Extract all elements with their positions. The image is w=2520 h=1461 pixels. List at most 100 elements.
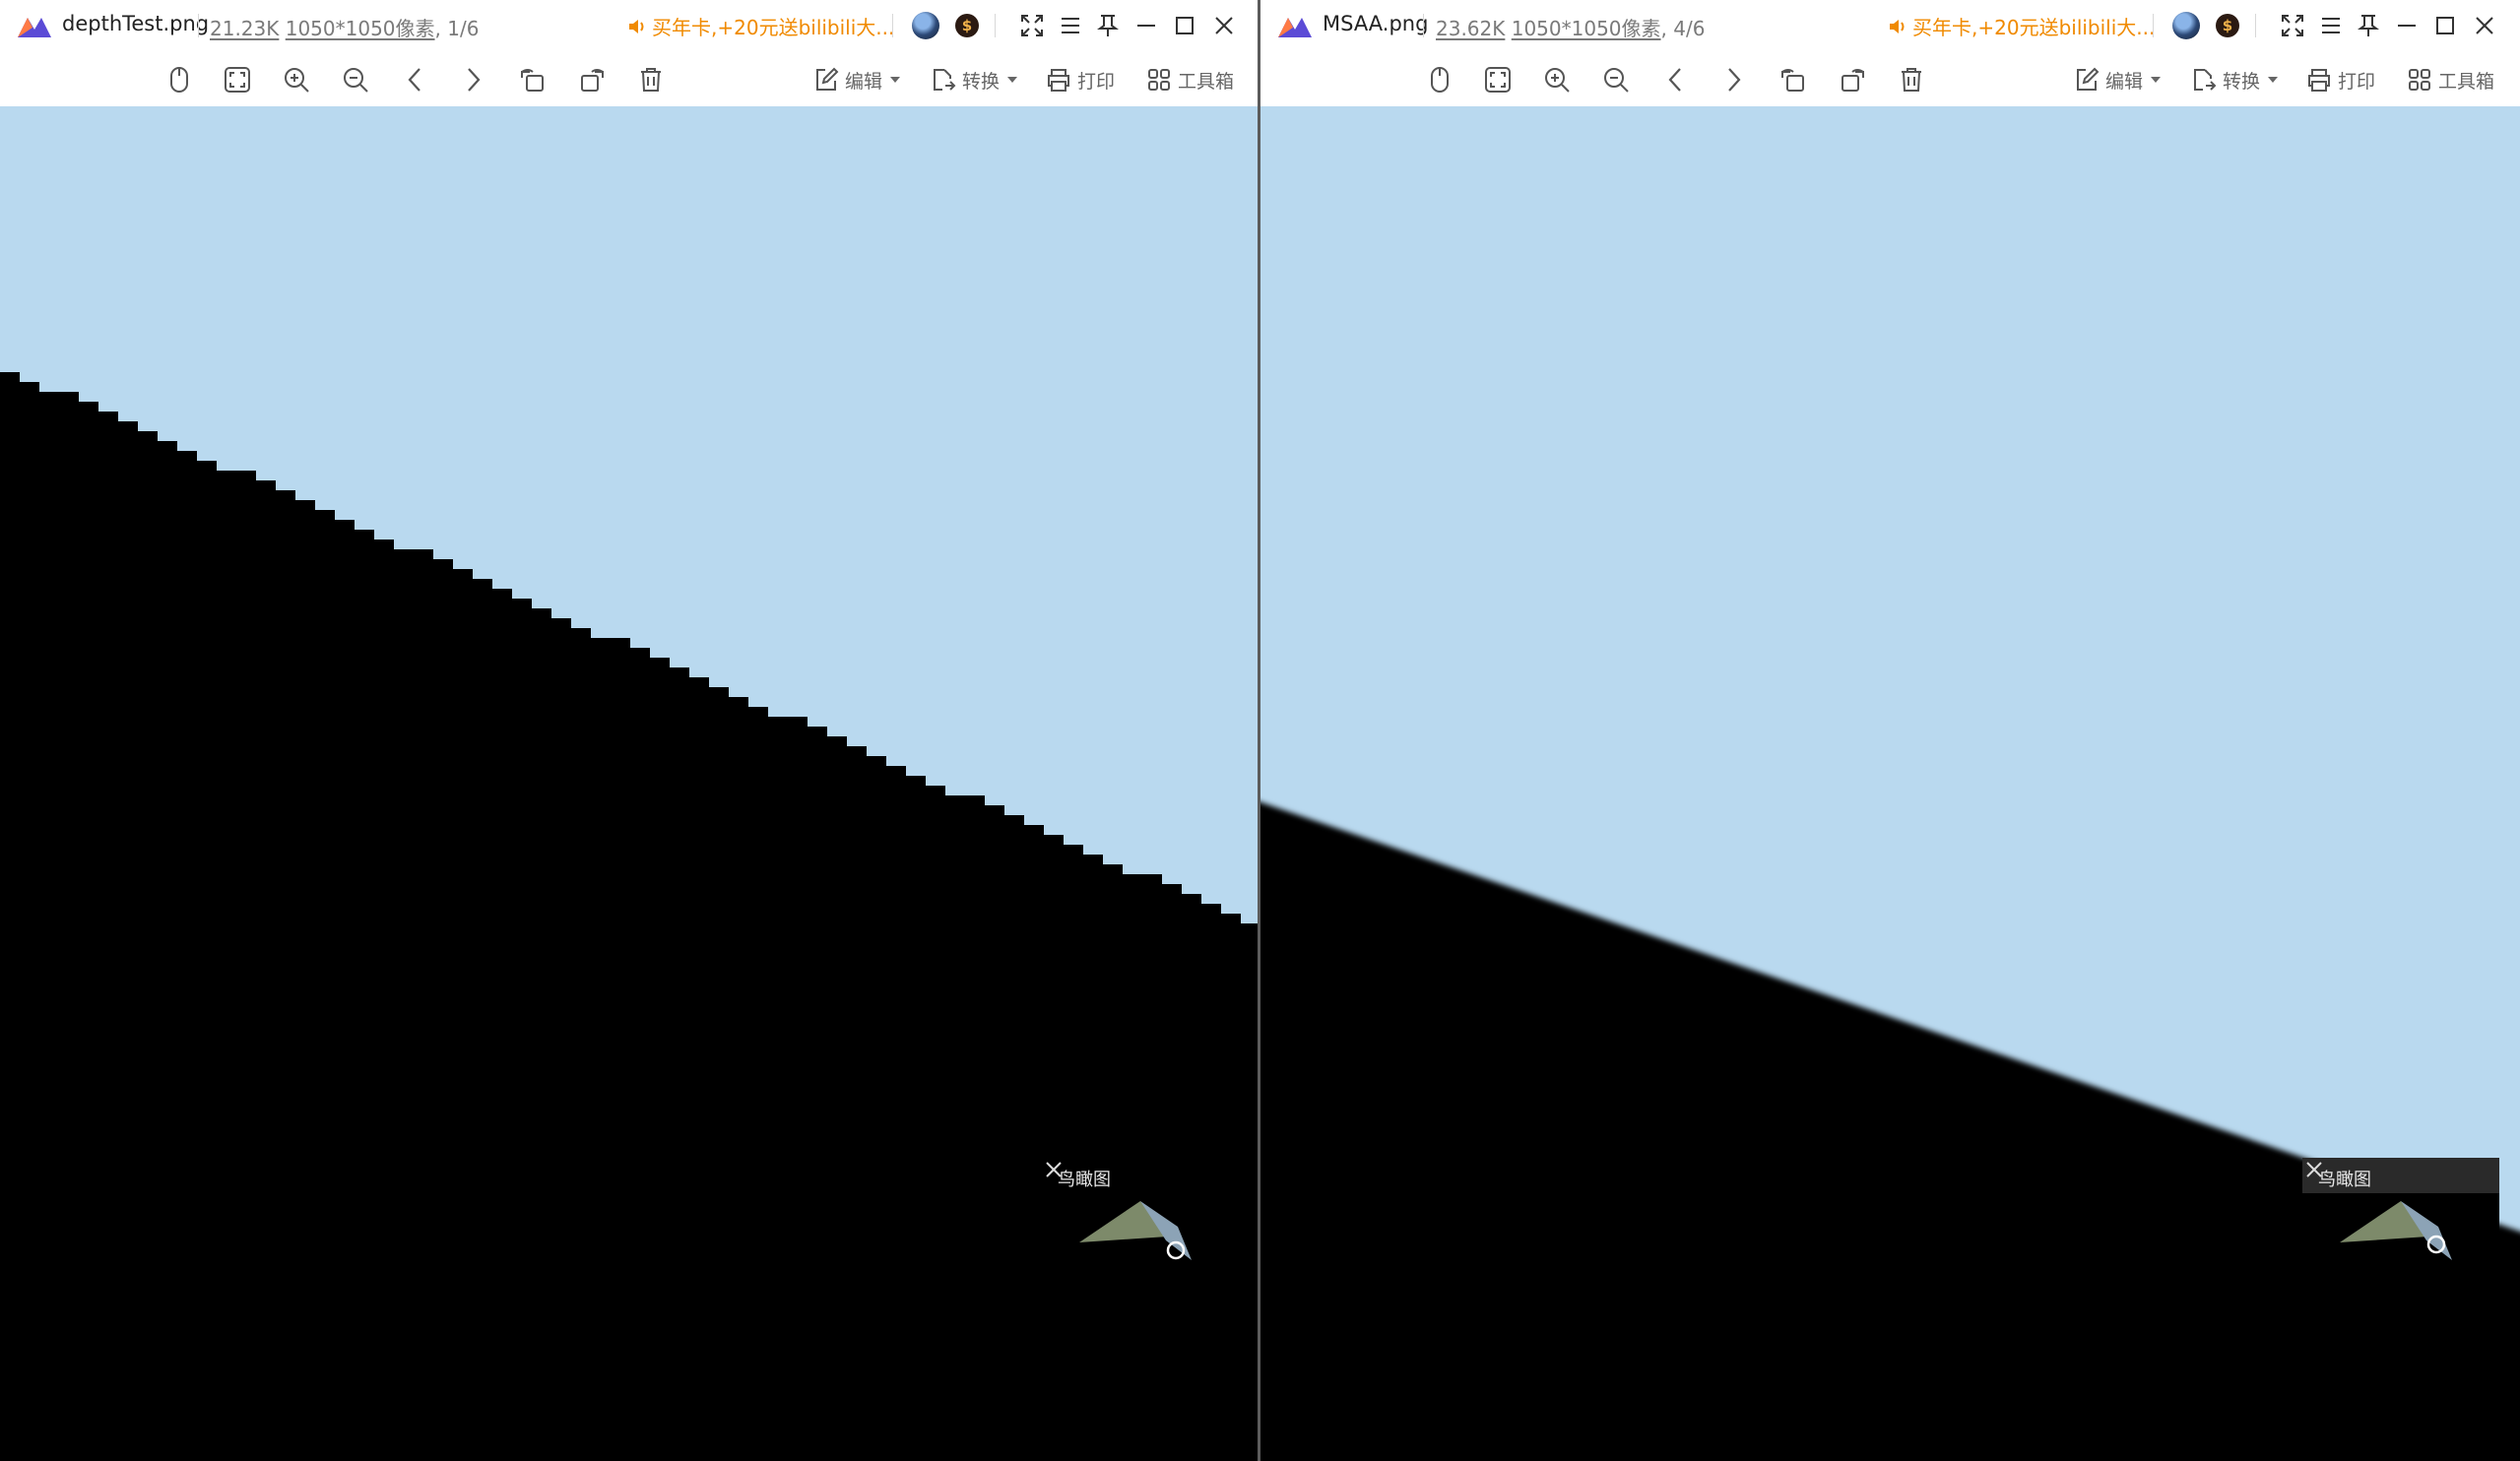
close-button[interactable]	[2470, 11, 2499, 40]
file-name: MSAA.png	[1323, 12, 1429, 35]
maximize-button[interactable]	[2430, 11, 2460, 40]
title-bar[interactable]: MSAA.png 23.62K 1050*1050像素, 4/6 买年卡,+20…	[1260, 0, 2520, 51]
rotate-right-button[interactable]	[1836, 63, 1869, 96]
file-name: depthTest.png	[62, 12, 210, 35]
rotate-left-button[interactable]	[516, 63, 549, 96]
convert-icon	[2194, 69, 2217, 91]
rotate-right-icon	[581, 69, 604, 92]
user-avatar[interactable]	[912, 12, 939, 39]
chevron-left-icon	[408, 68, 420, 92]
previous-button[interactable]	[1658, 63, 1692, 96]
bird-view-panel[interactable]: 鸟瞰图	[2302, 1158, 2499, 1386]
edit-label: 编辑	[2105, 70, 2144, 93]
image-canvas[interactable]: 鸟瞰图	[1260, 106, 2520, 1461]
convert-menu-button[interactable]: 转换	[931, 63, 1018, 96]
image-dimensions: 1050*1050像素	[1511, 17, 1661, 40]
user-avatar[interactable]	[2172, 12, 2200, 39]
zoom-in-icon	[1545, 68, 1570, 93]
zoom-in-icon	[285, 68, 309, 93]
toolbox-button[interactable]: 工具箱	[2407, 63, 2494, 96]
fit-screen-icon	[225, 67, 250, 93]
toolbox-button[interactable]: 工具箱	[1146, 63, 1234, 96]
previous-button[interactable]	[398, 63, 431, 96]
fullscreen-icon	[1021, 15, 1043, 36]
fullscreen-button[interactable]	[1017, 11, 1047, 40]
menu-button[interactable]	[1056, 11, 1085, 40]
promo-text: 买年卡,+20元送bilibili大...	[1912, 16, 2156, 39]
print-icon	[1048, 69, 1069, 92]
rotate-right-icon	[1842, 69, 1864, 92]
trash-icon	[1902, 68, 1921, 92]
rotate-right-button[interactable]	[575, 63, 609, 96]
speaker-icon	[1890, 19, 1905, 33]
speaker-icon	[629, 19, 644, 33]
next-button[interactable]	[457, 63, 490, 96]
print-button[interactable]: 打印	[1046, 63, 1115, 96]
edit-icon	[816, 67, 839, 91]
zoom-out-button[interactable]	[1599, 63, 1633, 96]
next-button[interactable]	[1717, 63, 1751, 96]
chevron-left-icon	[1668, 68, 1681, 92]
toolbar: 编辑 转换 打印 工具箱	[0, 51, 1258, 107]
convert-label: 转换	[2223, 70, 2261, 93]
delete-button[interactable]	[634, 63, 668, 96]
menu-icon	[1062, 18, 1079, 33]
print-label: 打印	[1077, 70, 1116, 93]
file-size: 21.23K	[210, 17, 280, 40]
mouse-icon	[1431, 67, 1449, 93]
zoom-out-button[interactable]	[339, 63, 372, 96]
edit-menu-button[interactable]: 编辑	[813, 63, 901, 96]
menu-icon	[2322, 18, 2340, 33]
toolbar: 编辑 转换 打印 工具箱	[1260, 51, 2520, 107]
pin-button[interactable]	[2354, 11, 2383, 40]
fit-screen-icon	[1485, 67, 1511, 93]
image-canvas[interactable]: 鸟瞰图	[0, 106, 1258, 1461]
pin-icon	[1097, 15, 1119, 36]
chevron-down-icon	[1007, 77, 1018, 83]
coin-badge-icon[interactable]: $	[2216, 14, 2239, 37]
fit-window-button[interactable]	[1481, 63, 1515, 96]
convert-icon	[934, 69, 956, 91]
bird-view-thumbnail[interactable]	[1042, 1158, 1239, 1351]
fullscreen-icon	[2282, 15, 2303, 36]
delete-button[interactable]	[1895, 63, 1928, 96]
menu-button[interactable]	[2316, 11, 2346, 40]
promo-banner[interactable]: 买年卡,+20元送bilibili大...	[626, 12, 894, 40]
minimize-button[interactable]	[2392, 11, 2422, 40]
promo-text: 买年卡,+20元送bilibili大...	[652, 16, 895, 39]
print-icon	[2308, 69, 2330, 92]
rotate-left-icon	[521, 69, 544, 92]
edit-menu-button[interactable]: 编辑	[2074, 63, 2162, 96]
hand-tool-button[interactable]	[1423, 63, 1456, 96]
fullscreen-button[interactable]	[2278, 11, 2307, 40]
convert-menu-button[interactable]: 转换	[2191, 63, 2279, 96]
fit-window-button[interactable]	[221, 63, 254, 96]
chevron-right-icon	[1728, 68, 1741, 92]
title-bar[interactable]: depthTest.png 21.23K 1050*1050像素, 1/6 买年…	[0, 0, 1258, 51]
maximize-button[interactable]	[1170, 11, 1199, 40]
coin-badge-icon[interactable]: $	[955, 14, 979, 37]
zoom-in-button[interactable]	[1540, 63, 1574, 96]
close-button[interactable]	[1209, 11, 1239, 40]
page-index: , 1/6	[434, 17, 480, 40]
hand-tool-button[interactable]	[162, 63, 196, 96]
print-button[interactable]: 打印	[2306, 63, 2375, 96]
print-label: 打印	[2338, 70, 2376, 93]
image-viewer-logo-icon	[1278, 18, 1312, 37]
minimize-button[interactable]	[1131, 11, 1161, 40]
file-info: 21.23K 1050*1050像素, 1/6	[210, 13, 479, 41]
separator	[2153, 14, 2154, 37]
rotate-left-button[interactable]	[1777, 63, 1810, 96]
pin-button[interactable]	[1093, 11, 1123, 40]
edit-icon	[2077, 67, 2100, 91]
bird-view-thumbnail[interactable]	[2302, 1158, 2499, 1351]
separator	[995, 14, 996, 37]
zoom-in-button[interactable]	[280, 63, 313, 96]
page-index: , 4/6	[1660, 17, 1706, 40]
bird-view-panel[interactable]: 鸟瞰图	[1042, 1158, 1239, 1386]
minimize-icon	[1137, 25, 1155, 27]
file-size: 23.62K	[1436, 17, 1506, 40]
maximize-icon	[2436, 17, 2454, 34]
toolbox-label: 工具箱	[1178, 70, 1235, 93]
promo-banner[interactable]: 买年卡,+20元送bilibili大...	[1887, 12, 2155, 40]
